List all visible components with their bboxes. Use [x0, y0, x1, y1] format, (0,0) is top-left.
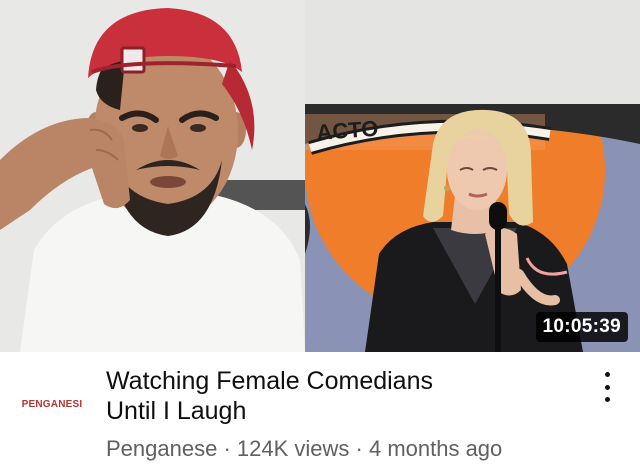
video-details: PENGANESI Watching Female Comedians Unti…: [0, 352, 640, 474]
upload-age: 4 months ago: [368, 436, 503, 461]
menu-dot: [604, 372, 610, 377]
video-title-line-1: Watching Female Comedians: [106, 367, 433, 395]
separator: ·: [217, 436, 237, 461]
avatar-text: PENGANESI: [21, 398, 83, 410]
separator: ·: [349, 436, 369, 461]
channel-avatar[interactable]: PENGANESI: [14, 366, 90, 442]
duration-badge: 10:05:39: [535, 312, 628, 342]
video-title[interactable]: Watching Female Comedians Until I Laugh: [106, 366, 576, 426]
video-thumbnail[interactable]: ACTO 10:05:39: [0, 0, 640, 352]
video-title-line-2: Until I Laugh: [106, 397, 247, 425]
menu-dot: [604, 384, 610, 390]
menu-dot: [604, 397, 610, 402]
video-metadata: Penganese · 124K views · 4 months ago: [106, 436, 502, 462]
view-count: 124K views: [236, 436, 350, 461]
reactor-scene: [0, 0, 305, 352]
sign-text: ACTO: [316, 116, 380, 145]
reactor-illustration: [0, 0, 305, 352]
more-options-icon[interactable]: [592, 370, 622, 404]
channel-name[interactable]: Penganese: [106, 436, 217, 461]
